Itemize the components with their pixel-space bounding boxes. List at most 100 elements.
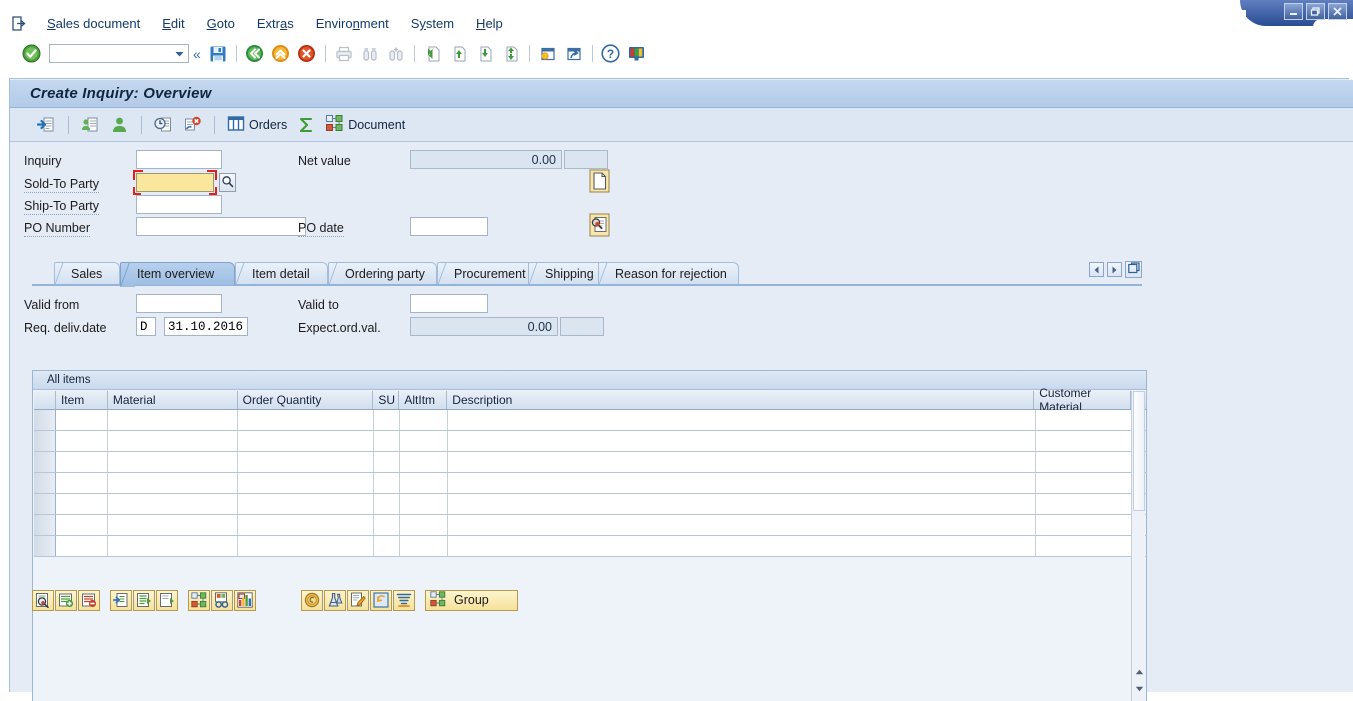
chevron-down-icon[interactable] (173, 48, 186, 60)
cell-order-quantity[interactable] (238, 431, 374, 451)
tab-item-detail[interactable]: Item detail (235, 262, 328, 284)
po-date-field[interactable] (410, 217, 488, 236)
cell-description[interactable] (448, 494, 1036, 514)
document-search-icon[interactable] (588, 213, 610, 237)
cell-material[interactable] (108, 515, 238, 535)
minimize-button[interactable] (1284, 3, 1303, 20)
po-number-input[interactable] (137, 218, 305, 235)
row-selector[interactable] (34, 410, 56, 430)
sold-to-party-field[interactable] (136, 173, 214, 192)
valid-from-field[interactable] (136, 294, 222, 313)
cell-customer-material[interactable] (1036, 515, 1133, 535)
table-row[interactable] (34, 452, 1147, 473)
tab-ordering-party[interactable]: Ordering party (328, 262, 437, 284)
cell-item[interactable] (56, 515, 108, 535)
restore-button[interactable] (1306, 3, 1325, 20)
column-header-material[interactable]: Material (107, 391, 238, 409)
pricing-button[interactable] (301, 589, 323, 611)
command-field[interactable] (49, 44, 189, 63)
group-button[interactable]: Group (425, 589, 518, 611)
insert-item-button[interactable] (55, 589, 77, 611)
display-item-details-button[interactable] (32, 589, 54, 611)
search-document-button[interactable] (33, 112, 60, 138)
cell-order-quantity[interactable] (238, 515, 374, 535)
next-page-button[interactable] (473, 42, 497, 65)
tab-sales[interactable]: Sales (54, 262, 120, 284)
row-select-header[interactable] (34, 391, 56, 409)
cell-item[interactable] (56, 431, 108, 451)
menu-system[interactable]: System (400, 14, 465, 33)
cell-item[interactable] (56, 536, 108, 556)
cell-order-quantity[interactable] (238, 536, 374, 556)
table-row[interactable] (34, 494, 1147, 515)
cell-su[interactable] (374, 536, 400, 556)
cell-altitm[interactable] (400, 452, 448, 472)
document-button[interactable]: Document (321, 112, 409, 138)
req-deliv-date-input[interactable] (165, 318, 247, 335)
cell-order-quantity[interactable] (238, 473, 374, 493)
first-page-button[interactable] (421, 42, 445, 65)
column-header-order-quantity[interactable]: Order Quantity (237, 391, 374, 409)
green-check-icon[interactable] (20, 43, 42, 65)
save-button[interactable] (206, 42, 230, 65)
document-flow-button[interactable] (188, 589, 210, 611)
cell-material[interactable] (108, 473, 238, 493)
ship-to-party-field[interactable] (136, 195, 222, 214)
cell-description[interactable] (448, 473, 1036, 493)
create-session-button[interactable] (536, 42, 560, 65)
cell-material[interactable] (108, 494, 238, 514)
sold-to-party-search-help-button[interactable] (219, 173, 236, 192)
customize-local-layout-button[interactable] (625, 42, 649, 65)
valid-to-input[interactable] (411, 295, 487, 312)
cell-description[interactable] (448, 536, 1036, 556)
cell-su[interactable] (374, 452, 400, 472)
display-document-button[interactable] (211, 589, 233, 611)
scroll-up-button[interactable] (1133, 666, 1145, 679)
statistics-button[interactable] (234, 589, 256, 611)
tab-item-overview[interactable]: Item overview (120, 262, 235, 285)
print-button[interactable] (332, 42, 356, 65)
scroll-down-button[interactable] (1133, 683, 1145, 696)
cell-altitm[interactable] (400, 410, 448, 430)
cell-altitm[interactable] (400, 515, 448, 535)
cell-order-quantity[interactable] (238, 452, 374, 472)
cell-item[interactable] (56, 452, 108, 472)
cell-altitm[interactable] (400, 431, 448, 451)
schedule-lines-button[interactable] (370, 589, 392, 611)
fast-change-button[interactable] (393, 589, 415, 611)
row-selector[interactable] (34, 494, 56, 514)
customer-button[interactable] (106, 112, 133, 138)
cell-material[interactable] (108, 536, 238, 556)
back-button[interactable] (243, 42, 267, 65)
cell-su[interactable] (374, 494, 400, 514)
ship-to-party-input[interactable] (137, 196, 221, 213)
po-date-input[interactable] (411, 218, 487, 235)
tab-prev-button[interactable] (1089, 262, 1104, 277)
menu-extras[interactable]: Extras (246, 14, 305, 33)
items-vertical-scrollbar[interactable] (1131, 391, 1145, 701)
req-deliv-date-type-field[interactable] (136, 317, 156, 336)
sum-button[interactable] (293, 112, 319, 138)
menu-environment[interactable]: Environment (305, 14, 400, 33)
cell-su[interactable] (374, 473, 400, 493)
partner-overview-button[interactable] (77, 112, 104, 138)
req-deliv-date-field[interactable] (164, 317, 248, 336)
valid-to-field[interactable] (410, 294, 488, 313)
cell-item[interactable] (56, 473, 108, 493)
column-header-altitm[interactable]: AltItm (399, 391, 448, 409)
cell-su[interactable] (374, 431, 400, 451)
system-menu-icon[interactable] (8, 14, 30, 34)
cell-altitm[interactable] (400, 536, 448, 556)
po-number-field[interactable] (136, 217, 306, 236)
inquiry-input[interactable] (137, 151, 221, 168)
column-header-su[interactable]: SU (373, 391, 400, 409)
find-button[interactable] (358, 42, 382, 65)
cell-description[interactable] (448, 431, 1036, 451)
blank-document-icon[interactable] (588, 169, 610, 193)
last-page-button[interactable] (499, 42, 523, 65)
row-selector[interactable] (34, 473, 56, 493)
cell-material[interactable] (108, 431, 238, 451)
cell-order-quantity[interactable] (238, 494, 374, 514)
command-input[interactable] (50, 46, 168, 61)
cell-altitm[interactable] (400, 494, 448, 514)
